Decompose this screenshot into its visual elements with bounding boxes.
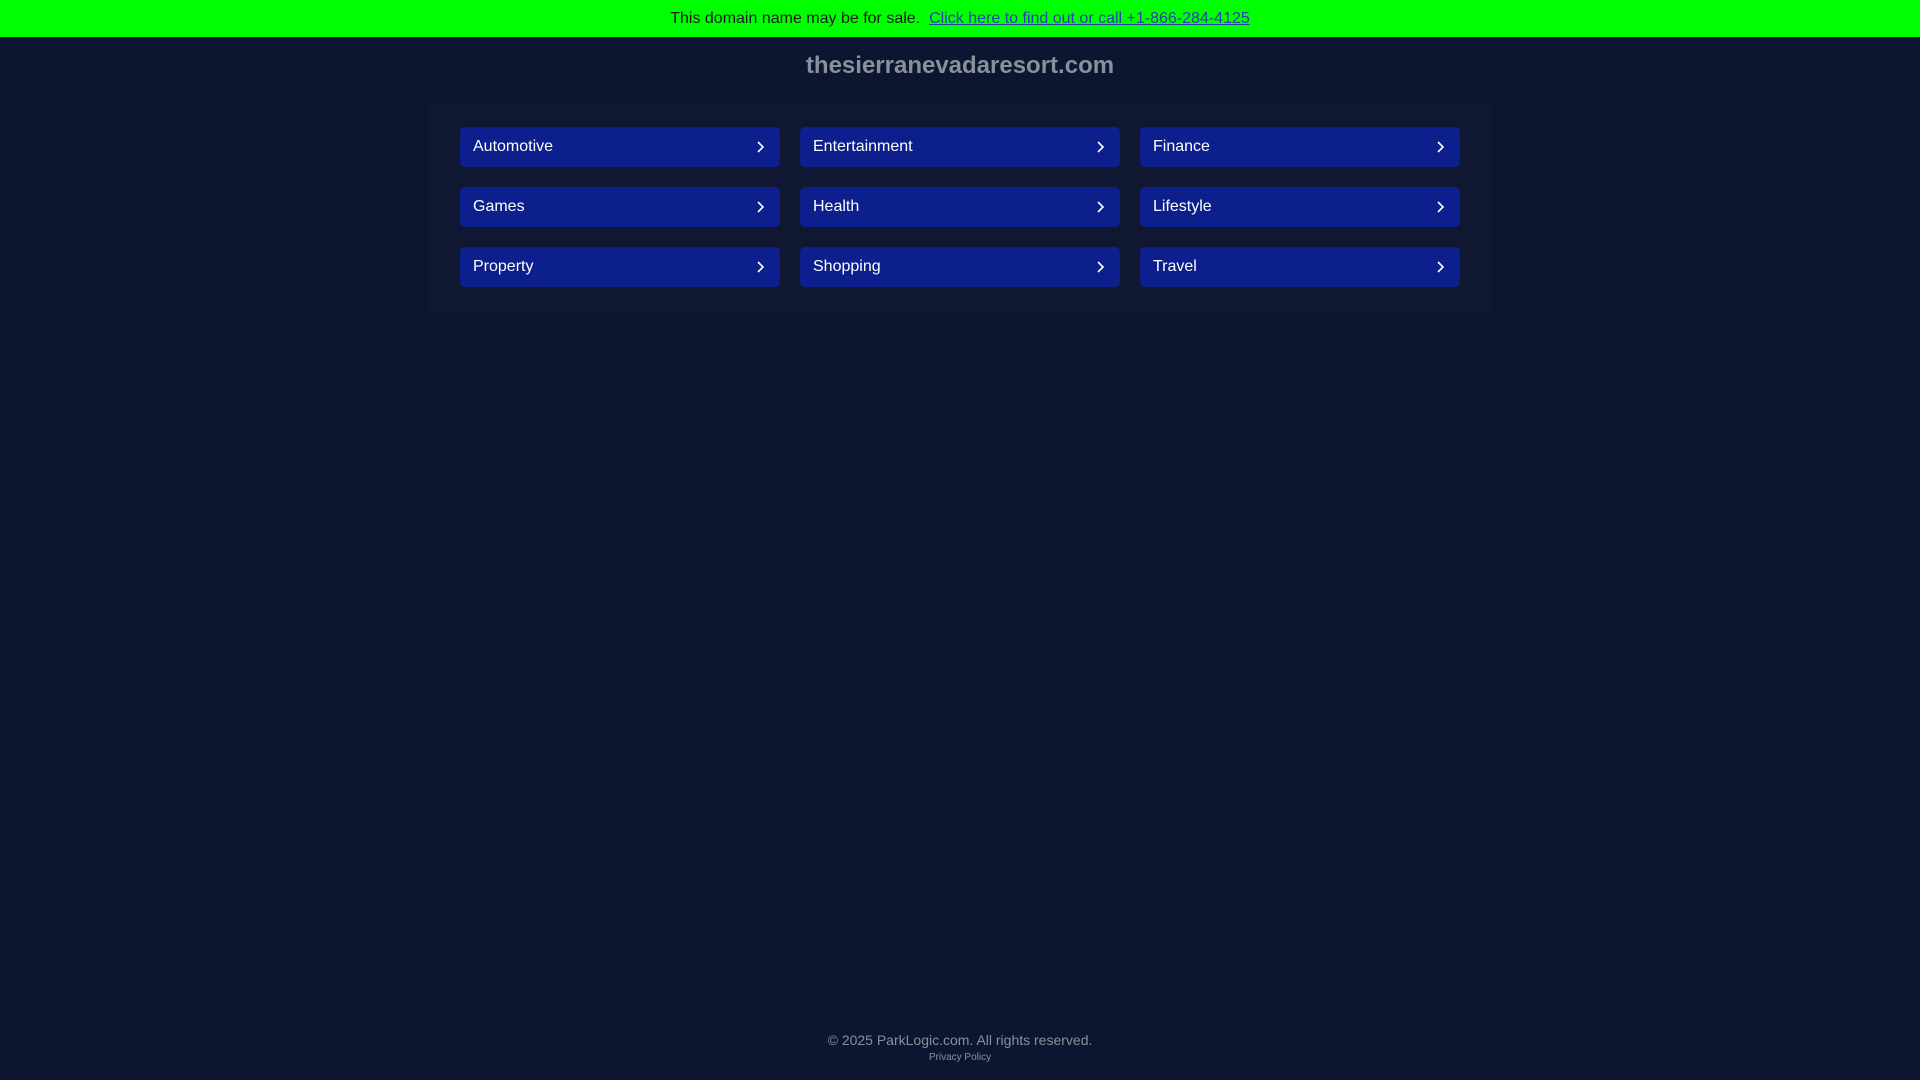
domain-title: thesierranevadaresort.com — [805, 52, 1115, 79]
chevron-right-icon — [1437, 261, 1445, 273]
chevron-right-icon — [757, 261, 765, 273]
category-games[interactable]: Games — [460, 187, 780, 227]
category-label: Automotive — [473, 138, 554, 155]
chevron-right-icon — [1437, 141, 1445, 153]
category-property[interactable]: Property — [460, 247, 780, 287]
category-shopping[interactable]: Shopping — [800, 247, 1120, 287]
category-label: Property — [473, 258, 534, 275]
chevron-right-icon — [757, 141, 765, 153]
category-health[interactable]: Health — [800, 187, 1120, 227]
category-label: Health — [813, 198, 860, 215]
category-finance[interactable]: Finance — [1140, 127, 1460, 167]
chevron-right-icon — [1097, 141, 1105, 153]
category-entertainment[interactable]: Entertainment — [800, 127, 1120, 167]
category-label: Lifestyle — [1153, 198, 1212, 215]
chevron-right-icon — [1097, 201, 1105, 213]
footer-privacy: Privacy Policy — [0, 1052, 1920, 1063]
category-lifestyle[interactable]: Lifestyle — [1140, 187, 1460, 227]
category-label: Entertainment — [813, 138, 913, 155]
footer-copyright: © 2025 ParkLogic.com. All rights reserve… — [827, 1032, 1093, 1048]
privacy-policy-link[interactable]: Privacy Policy — [929, 1052, 991, 1063]
category-label: Games — [473, 198, 525, 215]
category-travel[interactable]: Travel — [1140, 247, 1460, 287]
category-label: Travel — [1153, 258, 1197, 275]
category-label: Shopping — [813, 258, 881, 275]
banner-link[interactable]: Click here to find out or call +1-866-28… — [929, 10, 1250, 28]
chevron-right-icon — [757, 201, 765, 213]
for-sale-banner: This domain name may be for sale. Click … — [0, 0, 1920, 37]
chevron-right-icon — [1437, 201, 1445, 213]
category-panel: Automotive Entertainment Finance Games H… — [428, 102, 1492, 314]
category-label: Finance — [1153, 138, 1210, 155]
banner-text: This domain name may be for sale. — [670, 9, 921, 27]
chevron-right-icon — [1097, 261, 1105, 273]
category-automotive[interactable]: Automotive — [460, 127, 780, 167]
